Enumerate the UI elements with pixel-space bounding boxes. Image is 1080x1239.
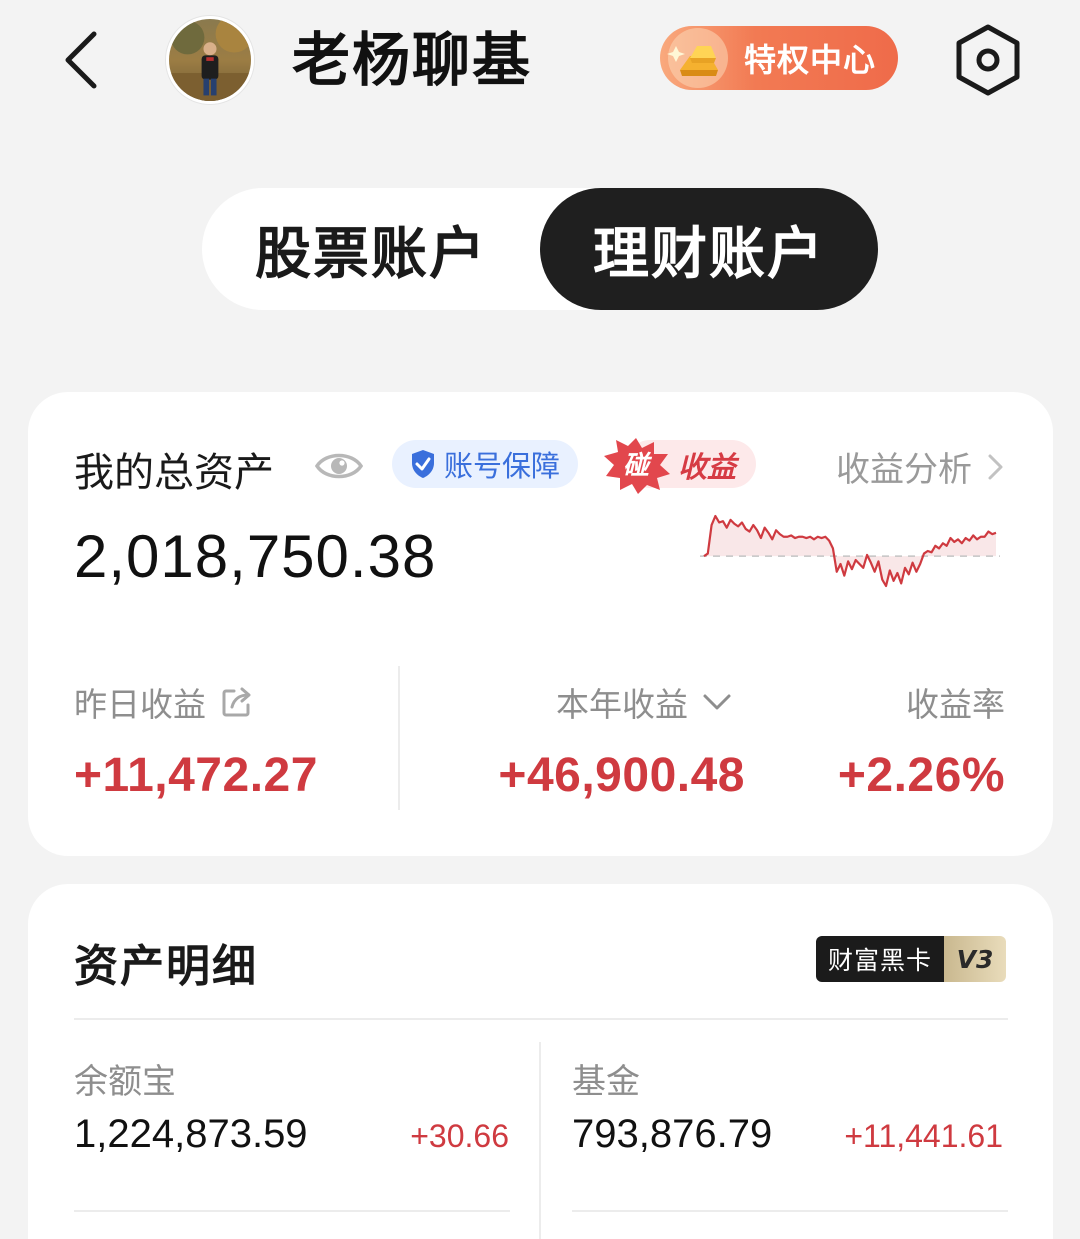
stats-divider bbox=[398, 666, 400, 810]
chevron-right-icon bbox=[988, 454, 1003, 479]
privilege-center-label: 特权中心 bbox=[744, 41, 877, 79]
black-card-label: 财富黑卡 bbox=[816, 936, 944, 982]
tab-stock-account[interactable]: 股票账户 bbox=[202, 188, 540, 310]
top-bar: 老杨聊基 特权中心 bbox=[0, 0, 1080, 130]
divider bbox=[74, 1018, 1008, 1020]
share-icon[interactable] bbox=[220, 685, 254, 719]
asset-item-amount: 793,876.79 bbox=[572, 1112, 773, 1156]
earn-badge-icon-text: 碰 bbox=[623, 451, 653, 481]
earnings-analysis-link[interactable]: 收益分析 bbox=[836, 442, 1006, 491]
total-assets-card: 我的总资产 账号保障 收益 碰 收益分析 2,018,750.38 昨日收益 本… bbox=[28, 392, 1053, 856]
asset-item-name[interactable]: 余额宝 bbox=[74, 1054, 176, 1103]
earn-badge-label: 收益 bbox=[678, 450, 737, 484]
divider bbox=[572, 1210, 1008, 1212]
year-earnings-value: +46,900.48 bbox=[498, 749, 745, 802]
divider bbox=[74, 1210, 510, 1212]
account-type-switch: 股票账户 理财账户 bbox=[202, 188, 878, 310]
page-title: 老杨聊基 bbox=[292, 26, 533, 94]
avatar[interactable] bbox=[166, 16, 254, 104]
back-chevron-icon[interactable] bbox=[56, 26, 112, 94]
earn-badge[interactable]: 收益 碰 bbox=[600, 436, 758, 494]
account-guard-badge[interactable]: 账号保障 bbox=[392, 440, 578, 488]
asset-item-name[interactable]: 基金 bbox=[572, 1054, 640, 1103]
gold-bars-icon bbox=[667, 28, 728, 88]
tab-wealth-account[interactable]: 理财账户 bbox=[540, 188, 878, 310]
chevron-down-icon bbox=[703, 694, 731, 710]
shield-check-icon bbox=[412, 450, 434, 478]
total-assets-title: 我的总资产 bbox=[74, 450, 274, 496]
settings-hexagon-icon[interactable] bbox=[952, 22, 1024, 98]
asset-item-change: +11,441.61 bbox=[844, 1118, 1003, 1154]
sparkline-area bbox=[704, 516, 996, 586]
asset-item-change: +30.66 bbox=[410, 1118, 509, 1154]
earnings-trend-sparkline[interactable] bbox=[700, 510, 1000, 594]
wealth-black-card-badge[interactable]: 财富黑卡 V3 bbox=[816, 936, 1006, 982]
account-guard-label: 账号保障 bbox=[444, 449, 561, 483]
year-earnings-label[interactable]: 本年收益 bbox=[556, 678, 732, 726]
privilege-center-button[interactable]: 特权中心 bbox=[660, 26, 898, 90]
divider bbox=[539, 1042, 541, 1239]
yesterday-earnings-value: +11,472.27 bbox=[74, 749, 318, 802]
earnings-analysis-label: 收益分析 bbox=[836, 450, 972, 490]
bump-starburst-icon: 碰 bbox=[604, 438, 670, 494]
earnings-rate-label: 收益率 bbox=[906, 685, 1005, 724]
black-card-level: V3 bbox=[944, 936, 1006, 982]
total-assets-value: 2,018,750.38 bbox=[74, 523, 437, 590]
yesterday-earnings-label: 昨日收益 bbox=[74, 678, 254, 726]
earnings-rate-value: +2.26% bbox=[837, 749, 1005, 802]
asset-details-title: 资产明细 bbox=[74, 941, 258, 992]
asset-details-card: 资产明细 财富黑卡 V3 余额宝 1,224,873.59 +30.66 基金 … bbox=[28, 884, 1053, 1239]
eye-visibility-icon[interactable] bbox=[314, 448, 364, 484]
asset-item-amount: 1,224,873.59 bbox=[74, 1112, 308, 1156]
